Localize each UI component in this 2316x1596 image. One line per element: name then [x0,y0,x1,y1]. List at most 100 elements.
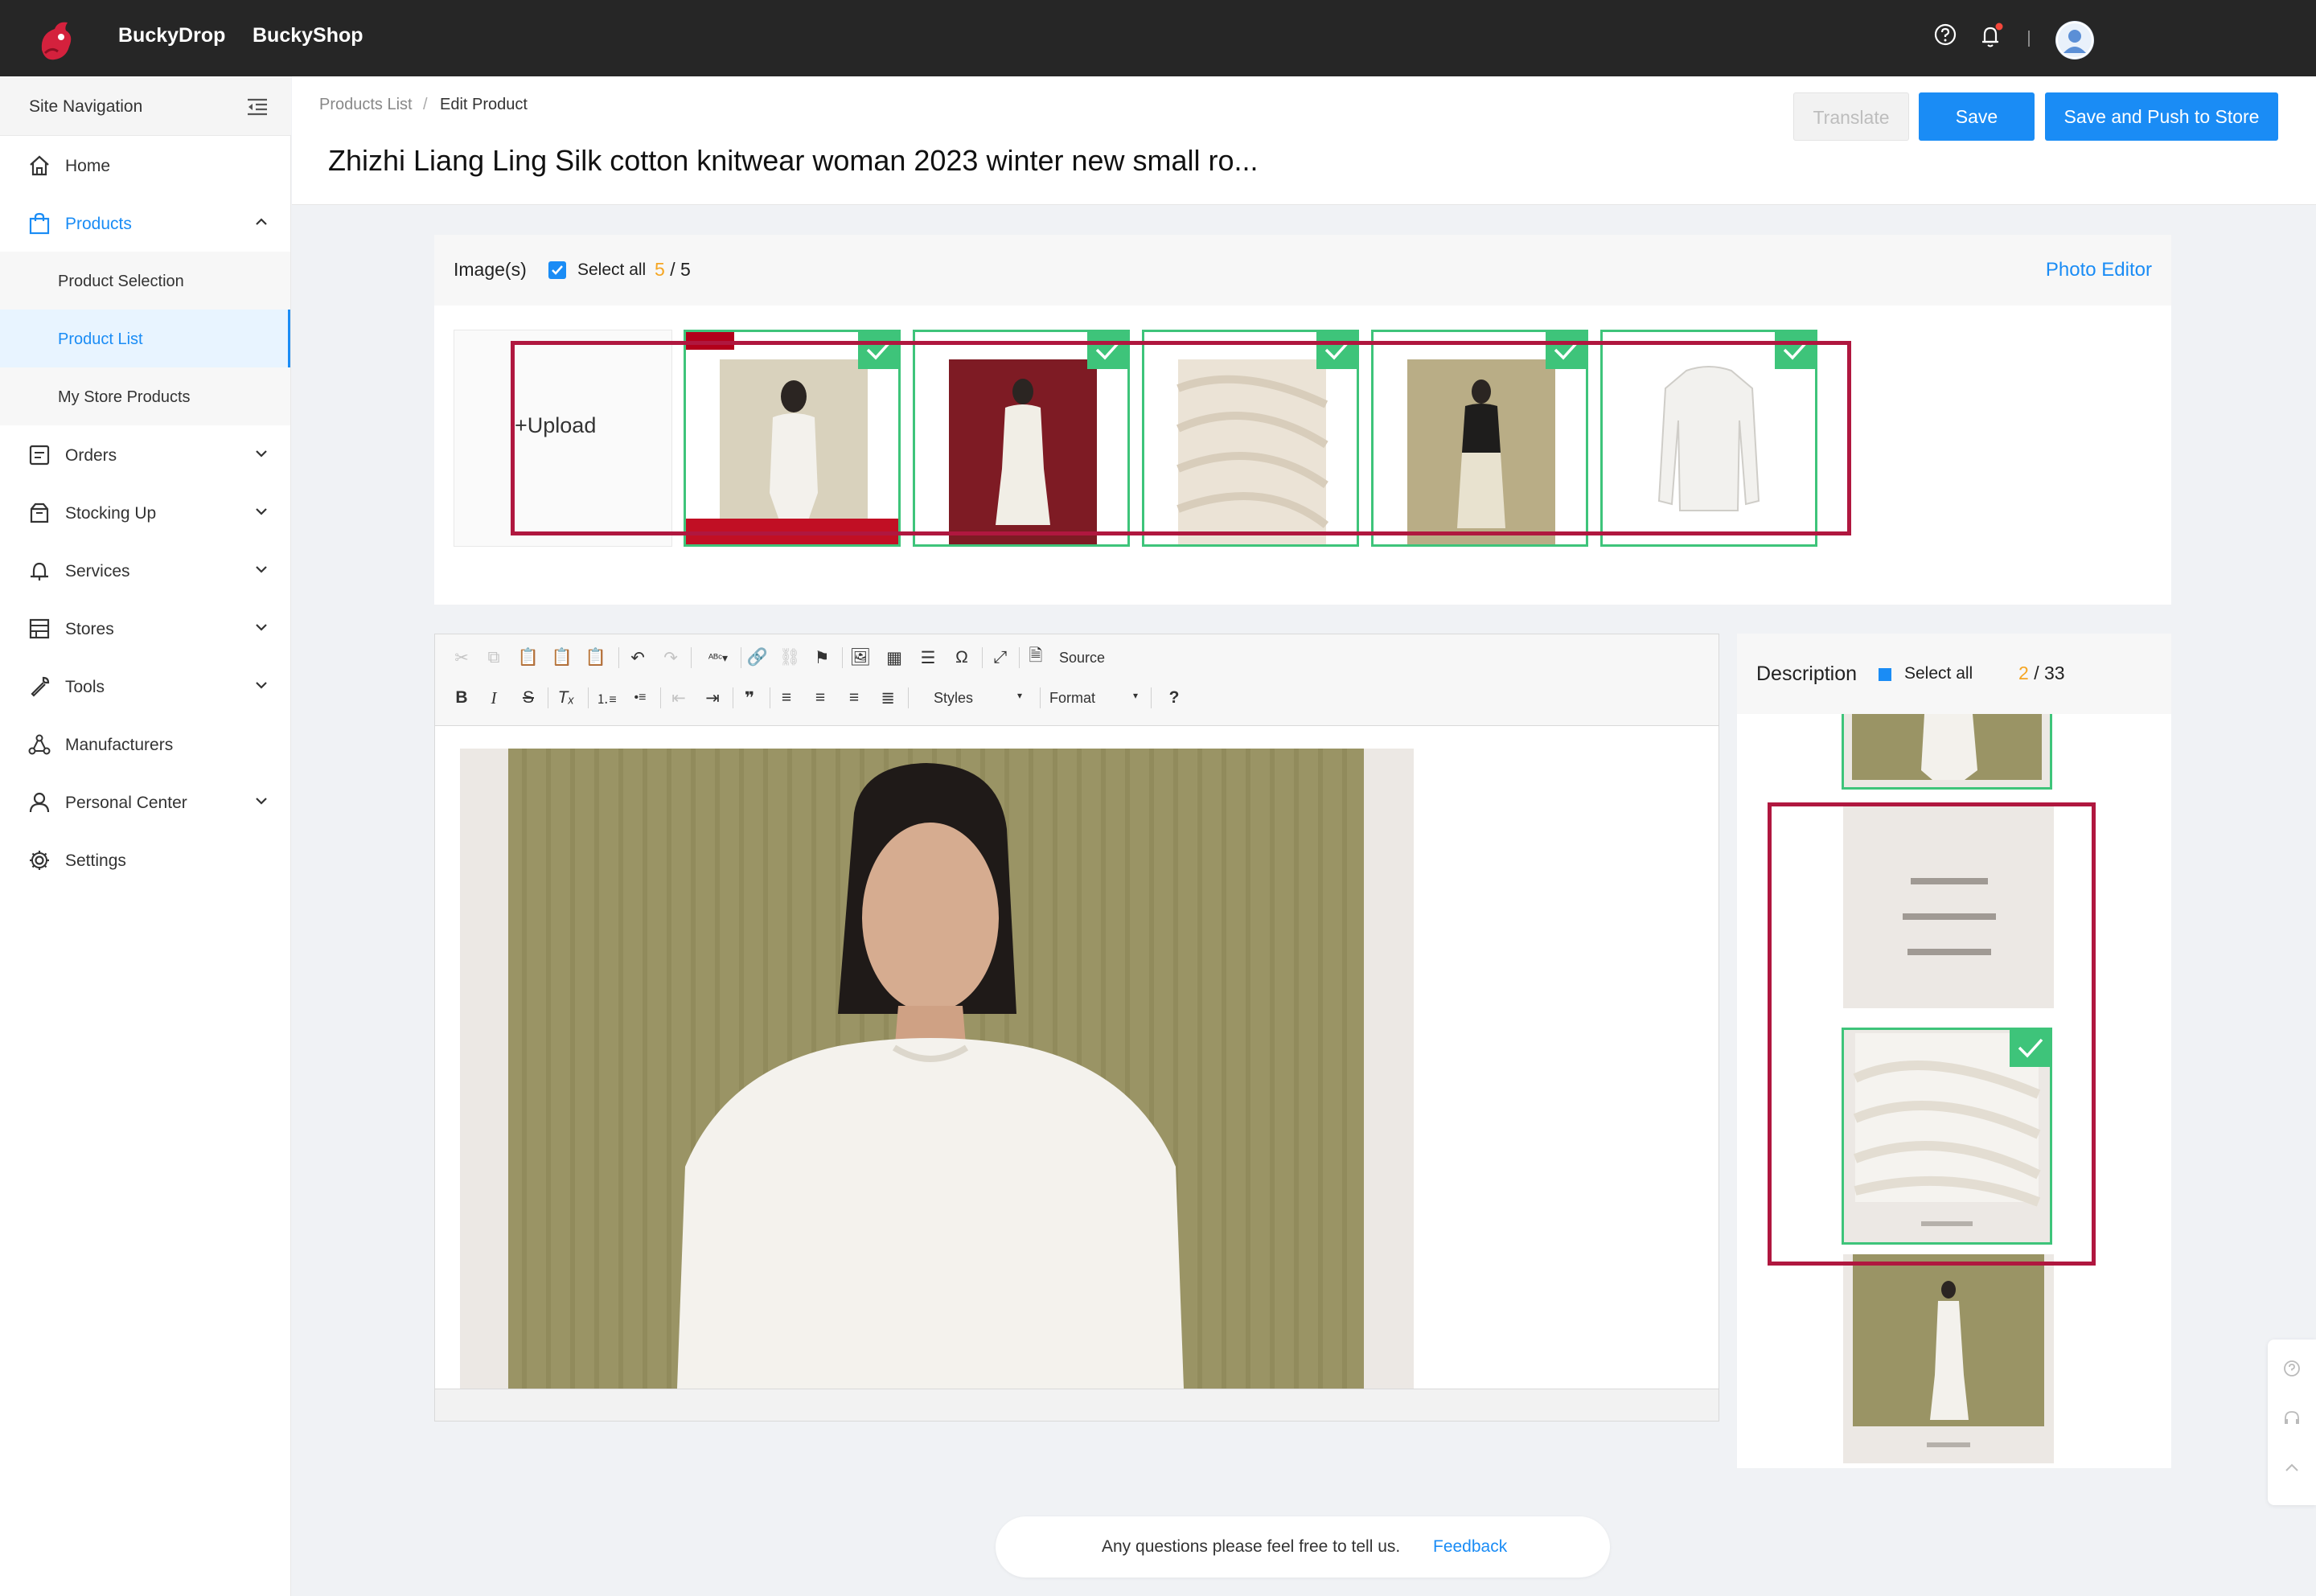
sidebar-item-stocking-up[interactable]: Stocking Up [0,483,290,541]
save-and-push-button[interactable]: Save and Push to Store [2045,92,2278,141]
select-all-description-label[interactable]: Select all [1904,664,1973,683]
brand-buckydrop[interactable]: BuckyDrop [118,24,225,47]
blockquote-icon[interactable]: ❞ [739,687,760,708]
translate-button[interactable]: Translate [1793,92,1909,141]
justify-icon[interactable]: ≣ [877,687,898,708]
description-selected: 2 [2018,663,2029,683]
user-avatar-icon[interactable] [2055,21,2094,59]
sidebar-item-orders[interactable]: Orders [0,425,290,483]
description-image[interactable] [1843,1254,2054,1463]
sidebar-subitem-product-selection[interactable]: Product Selection [0,252,290,310]
select-all-description-checkbox[interactable] [1879,668,1891,681]
maximize-icon[interactable]: ⤢ [990,647,1011,668]
sidebar-item-stores[interactable]: Stores [0,599,290,657]
bold-icon[interactable]: B [451,687,472,708]
back-to-top-icon[interactable] [2282,1459,2302,1478]
breadcrumb-products-list[interactable]: Products List [319,96,413,114]
feedback-bar: Any questions please feel free to tell u… [996,1516,1610,1578]
align-center-icon[interactable]: ≡ [810,687,831,708]
help-circle-icon[interactable] [2282,1359,2302,1378]
format-dropdown[interactable]: Format [1049,690,1095,707]
copy-icon[interactable]: ⧉ [483,647,504,668]
sidebar-item-label: Home [65,157,111,175]
sidebar-subitem-label: Product List [58,330,143,348]
undo-icon[interactable]: ↶ [627,647,648,668]
page-header: Products List / Edit Product Zhizhi Lian… [292,76,2316,205]
bulleted-list-icon[interactable]: •≡ [630,687,651,708]
images-card: Image(s) Select all 5 / 5 Photo Editor +… [434,235,2171,605]
toolbar-separator [1040,687,1041,708]
orders-icon [29,445,50,466]
anchor-flag-icon[interactable]: ⚑ [811,647,832,668]
align-left-icon[interactable]: ≡ [776,687,797,708]
unlink-icon[interactable]: ⛓ [779,647,801,668]
user-icon [29,792,50,813]
sidebar-item-services[interactable]: Services [0,541,290,599]
box-icon [30,503,49,523]
sidebar-item-settings[interactable]: Settings [0,831,290,888]
chevron-down-icon: ▾ [1133,690,1139,701]
chevron-down-icon [256,450,267,457]
align-right-icon[interactable]: ≡ [844,687,864,708]
styles-dropdown[interactable]: Styles [934,690,973,707]
sidebar-subitem-my-store-products[interactable]: My Store Products [0,367,290,425]
sidebar-item-home[interactable]: Home [0,136,290,194]
link-icon[interactable]: 🔗 [747,647,768,668]
sidebar: Site Navigation Home Products Product Se… [0,76,291,1596]
services-icon [31,562,48,581]
sidebar-subitem-product-list[interactable]: Product List [0,310,290,367]
toolbar-separator [908,687,909,708]
save-button[interactable]: Save [1919,92,2035,141]
sidebar-item-label: Tools [65,678,105,696]
cut-icon[interactable]: ✂ [451,647,472,668]
bell-icon[interactable] [1978,23,2006,50]
sidebar-title: Site Navigation [29,97,143,116]
toolbar-separator [1151,687,1152,708]
table-icon[interactable]: ▦ [884,647,905,668]
images-selected-count: 5 / 5 [655,259,691,281]
feedback-text: Any questions please feel free to tell u… [1102,1537,1401,1556]
rich-text-editor[interactable]: ✂ ⧉ 📋 📋 📋 ↶ ↷ ᴬᴮᶜ▾ 🔗 ⛓ ⚑ 🖼 ▦ ☰ Ω ⤢ 🗎 Sou… [434,634,1719,1422]
toolbar-separator [842,647,843,668]
paste-word-icon[interactable]: 📋 [585,647,606,668]
help-circle-icon[interactable] [1933,23,1957,47]
sidebar-item-products[interactable]: Products [0,194,290,252]
numbered-list-icon[interactable]: ⒈≡ [596,687,617,708]
chevron-down-icon [256,508,267,515]
menu-collapse-icon[interactable] [246,97,269,117]
select-all-images-checkbox[interactable] [548,261,566,279]
strikethrough-icon[interactable]: S [518,687,539,708]
horizontal-line-icon[interactable]: ☰ [918,647,938,668]
headset-icon[interactable] [2282,1409,2302,1428]
special-char-icon[interactable]: Ω [951,647,972,668]
home-icon [30,155,49,176]
italic-icon[interactable]: I [483,687,504,708]
sidebar-item-tools[interactable]: Tools [0,657,290,715]
description-total: 33 [2043,663,2065,683]
sidebar-item-manufacturers[interactable]: Manufacturers [0,715,290,773]
editor-content-image [460,749,1414,1389]
spellcheck-icon[interactable]: ᴬᴮᶜ▾ [700,647,736,668]
chevron-down-icon: ▾ [1017,690,1023,701]
feedback-link[interactable]: Feedback [1433,1537,1507,1557]
description-image[interactable] [1842,714,2052,790]
remove-format-icon[interactable]: Tₓ [556,687,577,708]
paste-text-icon[interactable]: 📋 [552,647,573,668]
select-all-images-label[interactable]: Select all [577,261,646,280]
brand-buckyshop[interactable]: BuckyShop [253,24,363,47]
photo-editor-link[interactable]: Photo Editor [2046,259,2152,281]
bucky-logo-icon[interactable] [34,18,79,66]
source-icon[interactable]: 🗎 [1025,646,1046,668]
source-button[interactable]: Source [1059,650,1105,667]
image-icon[interactable]: 🖼 [850,647,872,668]
help-icon[interactable]: ? [1164,687,1185,708]
sidebar-item-personal-center[interactable]: Personal Center [0,773,290,831]
top-bar: BuckyDrop BuckyShop [0,0,2316,76]
paste-icon[interactable]: 📋 [518,647,539,668]
indent-icon[interactable]: ⇥ [702,687,723,708]
description-header: Description Select all 2 / 33 [1737,634,2171,714]
redo-icon[interactable]: ↷ [660,647,681,668]
images-card-header: Image(s) Select all 5 / 5 Photo Editor [434,235,2171,306]
sidebar-item-label: Manufacturers [65,736,174,754]
outdent-icon[interactable]: ⇤ [668,687,689,708]
